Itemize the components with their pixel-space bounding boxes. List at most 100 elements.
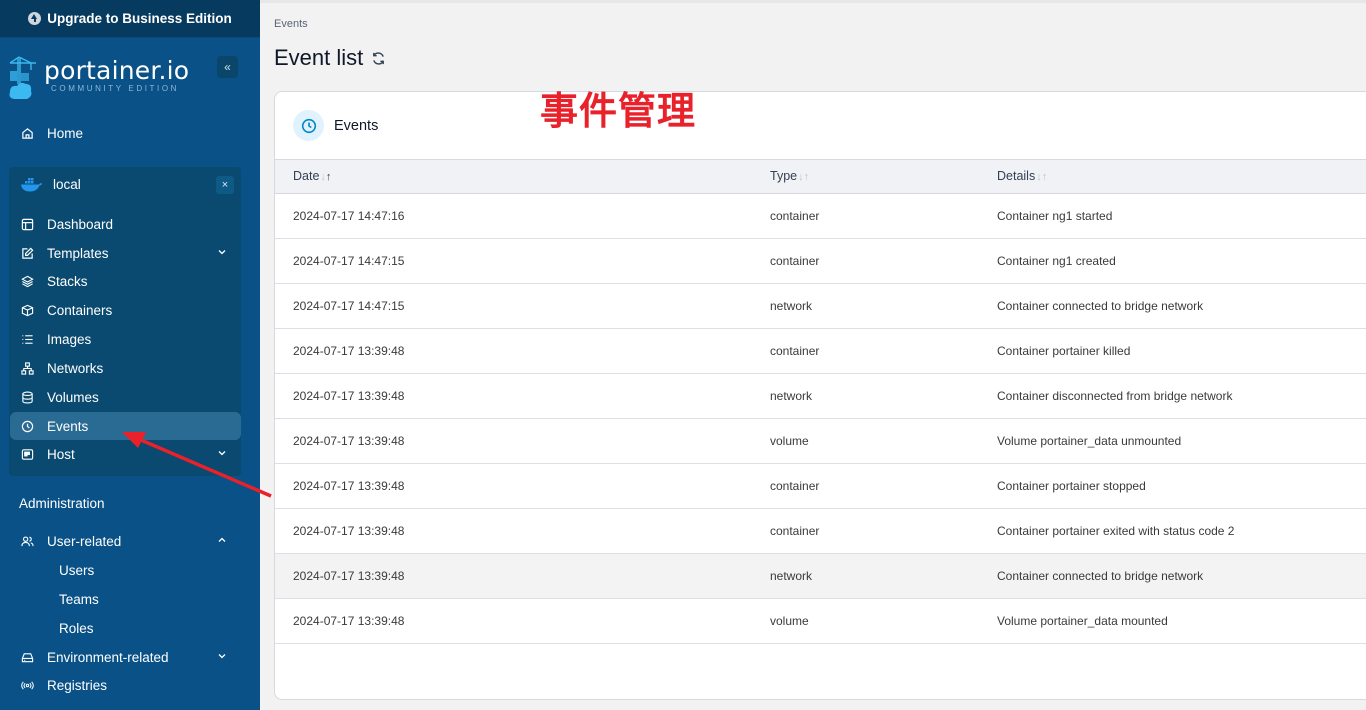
sidebar-item-label: Images [47, 331, 92, 347]
close-icon: × [221, 179, 229, 191]
page-title-row: Event list [274, 45, 386, 71]
sidebar-item-templates[interactable]: Templates [10, 239, 241, 267]
sidebar-item-users[interactable]: Users [59, 563, 94, 578]
cell-details: Container ng1 started [997, 208, 1113, 223]
sidebar-item-label: Templates [47, 245, 109, 261]
sidebar-item-registries[interactable]: Registries [10, 671, 241, 699]
cell-details: Volume portainer_data unmounted [997, 433, 1182, 448]
cell-type: container [770, 208, 820, 223]
chevron-down-icon [218, 451, 226, 456]
page-title: Event list [274, 45, 364, 70]
users-icon [19, 533, 35, 549]
radio-icon [19, 677, 35, 693]
chevron-down-icon [218, 250, 226, 255]
logo-subtitle: COMMUNITY EDITION [51, 84, 180, 93]
sidebar-item-images[interactable]: Images [10, 325, 241, 353]
arrow-up-circle-icon [28, 12, 42, 25]
sidebar-item-label: Environment-related [47, 649, 169, 665]
database-icon [19, 389, 35, 405]
environment-local[interactable]: local [10, 170, 241, 198]
cell-type: container [770, 343, 820, 358]
logo-text: portainer.io [44, 56, 190, 85]
table-header-row: Date↓↑ Type↓↑ Details↓↑ [275, 160, 1366, 193]
sidebar-item-stacks[interactable]: Stacks [10, 267, 241, 295]
events-table: Date↓↑ Type↓↑ Details↓↑ 2024-07-17 14:47… [275, 160, 1366, 644]
portainer-logo-icon [9, 56, 36, 99]
clock-icon [19, 418, 35, 434]
cell-date: 2024-07-17 13:39:48 [293, 523, 405, 538]
cell-type: container [770, 478, 820, 493]
collapse-sidebar-button[interactable]: « [217, 56, 238, 78]
card-title: Events [334, 117, 379, 134]
home-icon [19, 125, 35, 141]
table-row[interactable]: 2024-07-17 13:39:48 container Container po… [275, 508, 1366, 553]
top-border [260, 0, 1366, 3]
table-row[interactable]: 2024-07-17 13:39:48 network Container conn… [275, 553, 1366, 598]
docker-icon [20, 176, 42, 192]
host-icon [19, 446, 35, 462]
cell-details: Container portainer stopped [997, 478, 1146, 493]
sidebar-item-events[interactable]: Events [10, 412, 241, 440]
sidebar-item-label: Events [47, 418, 89, 434]
table-row[interactable]: 2024-07-17 13:39:48 container Container po… [275, 328, 1366, 373]
sidebar-item-label: Networks [47, 360, 104, 376]
cell-date: 2024-07-17 13:39:48 [293, 613, 405, 628]
layout-icon [19, 216, 35, 232]
cell-date: 2024-07-17 13:39:48 [293, 478, 405, 493]
cell-date: 2024-07-17 14:47:15 [293, 253, 405, 268]
table-row[interactable]: 2024-07-17 13:39:48 container Container po… [275, 463, 1366, 508]
sidebar-item-label: Registries [47, 677, 108, 693]
sidebar-item-environment-related[interactable]: Environment-related [10, 643, 241, 671]
cell-details: Volume portainer_data mounted [997, 613, 1168, 628]
cell-date: 2024-07-17 13:39:48 [293, 433, 405, 448]
sidebar-item-label: Dashboard [47, 216, 114, 232]
column-header-type[interactable]: Type↓↑ [752, 160, 979, 193]
cell-date: 2024-07-17 13:39:48 [293, 388, 405, 403]
cell-type: volume [770, 433, 809, 448]
upgrade-banner[interactable]: Upgrade to Business Edition [0, 0, 260, 38]
table-row[interactable]: 2024-07-17 14:47:15 container Container ng… [275, 238, 1366, 283]
sidebar-item-networks[interactable]: Networks [10, 354, 241, 382]
layers-icon [19, 273, 35, 289]
cell-date: 2024-07-17 14:47:15 [293, 298, 405, 313]
cell-date: 2024-07-17 13:39:48 [293, 343, 405, 358]
hard-drive-icon [19, 649, 35, 665]
sidebar-item-dashboard[interactable]: Dashboard [10, 210, 241, 238]
table-row[interactable]: 2024-07-17 14:47:15 network Container conn… [275, 283, 1366, 328]
cell-details: Container disconnected from bridge netwo… [997, 388, 1233, 403]
box-icon [19, 302, 35, 318]
cell-details: Container portainer exited with status c… [997, 523, 1235, 538]
sidebar-item-label: Containers [47, 302, 113, 318]
cell-type: container [770, 523, 820, 538]
refresh-icon[interactable] [371, 51, 386, 66]
close-environment-button[interactable]: × [216, 176, 234, 194]
sidebar-item-host[interactable]: Host [10, 440, 241, 468]
clock-icon [293, 110, 324, 141]
cell-date: 2024-07-17 13:39:48 [293, 568, 405, 583]
cell-details: Container connected to bridge network [997, 568, 1204, 583]
column-header-date[interactable]: Date↓↑ [275, 160, 752, 193]
chevron-down-icon [218, 654, 226, 659]
table-row[interactable]: 2024-07-17 13:39:48 network Container disc… [275, 373, 1366, 418]
sidebar-item-label: Stacks [47, 273, 88, 289]
cell-details: Container connected to bridge network [997, 298, 1204, 313]
sidebar-item-label: Host [47, 446, 75, 462]
sidebar-item-home[interactable]: Home [10, 119, 241, 147]
environment-name: local [53, 176, 81, 192]
sidebar-item-teams[interactable]: Teams [59, 592, 99, 607]
upgrade-label: Upgrade to Business Edition [47, 11, 232, 26]
sidebar-item-containers[interactable]: Containers [10, 296, 241, 324]
sidebar-item-roles[interactable]: Roles [59, 621, 94, 636]
sort-asc-icon: ↓↑ [320, 171, 332, 184]
sidebar-item-volumes[interactable]: Volumes [10, 383, 241, 411]
chevrons-left-icon: « [224, 60, 231, 74]
cell-details: Container portainer killed [997, 343, 1131, 358]
table-row[interactable]: 2024-07-17 13:39:48 volume Volume portaine… [275, 418, 1366, 463]
sidebar-item-user-related[interactable]: User-related [10, 527, 241, 555]
table-row[interactable]: 2024-07-17 13:39:48 volume Volume portaine… [275, 598, 1366, 643]
column-header-details[interactable]: Details↓↑ [979, 160, 1366, 193]
events-card: Events Date↓↑ Type↓↑ Details↓↑ 2024-07-1… [274, 91, 1366, 700]
cell-details: Container ng1 created [997, 253, 1116, 268]
table-row[interactable]: 2024-07-17 14:47:16 container Container ng… [275, 193, 1366, 238]
main-content: Events Event list Events Date↓↑ Type↓↑ D… [260, 0, 1366, 710]
